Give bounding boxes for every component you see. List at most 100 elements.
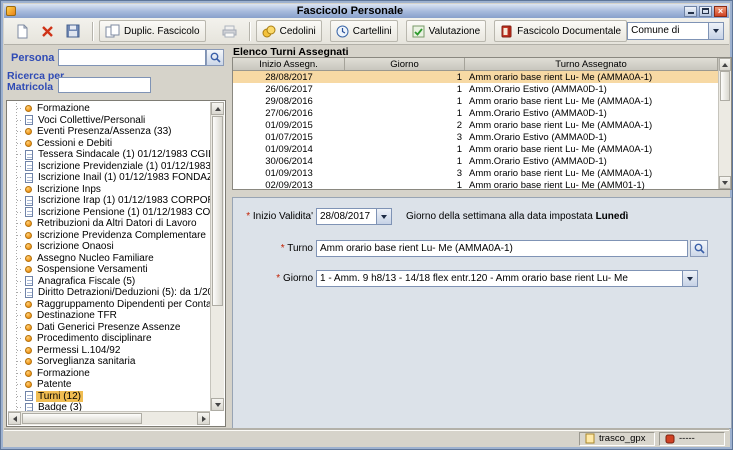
fascicolo-documentale-label: Fascicolo Documentale <box>517 26 621 37</box>
table-row[interactable]: 01/09/20152Amm orario base rient Lu- Me … <box>233 119 718 131</box>
tree-item[interactable]: Destinazione TFR <box>8 310 210 322</box>
scroll-down-button[interactable] <box>719 176 731 189</box>
valutazione-button[interactable]: Valutazione <box>406 20 487 42</box>
table-row[interactable]: 02/09/20131Amm orario base rient Lu- Me … <box>233 179 718 191</box>
scroll-down-button[interactable] <box>211 398 224 411</box>
tree-connector <box>17 350 23 351</box>
tree-item[interactable]: Eventi Presenza/Assenza (33) <box>8 126 210 138</box>
table-vertical-scrollbar[interactable] <box>718 58 731 189</box>
status-item-dashes: ----- <box>659 432 725 446</box>
maximize-button[interactable] <box>699 6 712 17</box>
scroll-left-button[interactable] <box>8 412 21 425</box>
scrollbar-thumb[interactable] <box>212 116 223 306</box>
tree-item[interactable]: Turni (12) <box>8 391 210 403</box>
tree-item[interactable]: Iscrizione Irap (1) 01/12/1983 CORPORATI… <box>8 195 210 207</box>
table-row[interactable]: 29/08/20161Amm orario base rient Lu- Me … <box>233 95 718 107</box>
delete-button[interactable] <box>35 20 60 42</box>
cartellini-label: Cartellini <box>353 26 392 37</box>
tree-item-label: Voci Collettive/Personali <box>36 115 147 126</box>
tree-item[interactable]: Iscrizione Previdenziale (1) 01/12/1983 … <box>8 161 210 173</box>
cell-giorno: 2 <box>345 120 465 131</box>
cell-giorno: 3 <box>345 132 465 143</box>
turno-input[interactable] <box>316 240 688 257</box>
print-button[interactable] <box>216 20 243 42</box>
duplica-fascicolo-button[interactable]: Duplic. Fascicolo <box>99 20 206 42</box>
minimize-button[interactable] <box>684 6 697 17</box>
status-item-trasco: trasco_gpx <box>579 432 655 446</box>
tree-item[interactable]: Iscrizione Inail (1) 01/12/1983 FONDAZIO… <box>8 172 210 184</box>
cedolini-button[interactable]: Cedolini <box>256 20 322 42</box>
tree-item[interactable]: Anagrafica Fiscale (5) <box>8 276 210 288</box>
bullet-icon <box>25 105 32 112</box>
chevron-down-icon[interactable] <box>708 23 723 39</box>
tree-item[interactable]: Assegno Nucleo Familiare <box>8 253 210 265</box>
tree-item-label: Tessera Sindacale (1) 01/12/1983 CGIL <box>36 149 210 160</box>
table-row[interactable]: 01/09/20133Amm orario base rient Lu- Me … <box>233 167 718 179</box>
tree-horizontal-scrollbar[interactable] <box>8 411 210 425</box>
tree-connector <box>17 269 23 270</box>
tree-item[interactable]: Permessi L.104/92 <box>8 345 210 357</box>
scroll-up-button[interactable] <box>719 58 731 71</box>
scroll-up-button[interactable] <box>211 102 224 115</box>
scrollbar-thumb[interactable] <box>720 71 730 101</box>
tree-item[interactable]: Tessera Sindacale (1) 01/12/1983 CGIL <box>8 149 210 161</box>
bullet-icon <box>25 266 32 273</box>
tree-item[interactable]: Formazione <box>8 103 210 115</box>
table-row[interactable]: 30/06/20141Amm.Orario Estivo (AMMA0D-1) <box>233 155 718 167</box>
tree-item[interactable]: Retribuzioni da Altri Datori di Lavoro <box>8 218 210 230</box>
table-row[interactable]: 01/09/20141Amm orario base rient Lu- Me … <box>233 143 718 155</box>
tree-item[interactable]: Formazione <box>8 368 210 380</box>
tree-connector <box>17 235 23 236</box>
inizio-validita-datepicker[interactable]: 28/08/2017 <box>316 208 392 225</box>
bullet-icon <box>25 301 32 308</box>
tree-item[interactable]: Iscrizione Inps <box>8 184 210 196</box>
tree-connector <box>17 154 23 155</box>
comune-combobox[interactable]: Comune di <box>627 22 724 40</box>
persona-input[interactable] <box>58 49 206 66</box>
tree-vertical-scrollbar[interactable] <box>210 102 224 411</box>
tree-item[interactable]: Diritto Detrazioni/Deduzioni (5): da 1/2… <box>8 287 210 299</box>
persona-search-button[interactable] <box>206 49 224 66</box>
column-header-giorno[interactable]: Giorno <box>345 58 465 70</box>
tree-item[interactable]: Sospensione Versamenti <box>8 264 210 276</box>
tree-item[interactable]: Dati Generici Presenze Assenze <box>8 322 210 334</box>
tree-item[interactable]: Badge (3) <box>8 402 210 411</box>
cell-giorno: 1 <box>345 96 465 107</box>
table-row[interactable]: 27/06/20161Amm.Orario Estivo (AMMA0D-1) <box>233 107 718 119</box>
tree-item[interactable]: Iscrizione Previdenza Complementare <box>8 230 210 242</box>
chevron-down-icon[interactable] <box>376 209 391 224</box>
table-row[interactable]: 01/07/20153Amm.Orario Estivo (AMMA0D-1) <box>233 131 718 143</box>
tree-item[interactable]: Iscrizione Pensione (1) 01/12/1983 CORPO… <box>8 207 210 219</box>
tree-item[interactable]: Iscrizione Onaosi <box>8 241 210 253</box>
turno-input-field[interactable] <box>317 241 687 256</box>
save-button[interactable] <box>60 20 86 42</box>
tree-item[interactable]: Voci Collettive/Personali <box>8 115 210 127</box>
cell-inizio: 27/06/2016 <box>233 108 345 119</box>
tree-item[interactable]: Sorveglianza sanitaria <box>8 356 210 368</box>
fascicolo-documentale-button[interactable]: Fascicolo Documentale <box>494 20 627 42</box>
table-row[interactable]: 28/08/20171Amm orario base rient Lu- Me … <box>233 71 718 83</box>
tree-item[interactable]: Cessioni e Debiti <box>8 138 210 150</box>
cartellini-button[interactable]: Cartellini <box>330 20 398 42</box>
new-button[interactable] <box>9 20 35 42</box>
matricola-input[interactable] <box>58 77 151 93</box>
table-row[interactable]: 26/06/20171Amm.Orario Estivo (AMMA0D-1) <box>233 83 718 95</box>
scroll-right-button[interactable] <box>197 412 210 425</box>
print-icon <box>222 25 237 38</box>
turno-search-button[interactable] <box>690 240 708 257</box>
column-header-inizio[interactable]: Inizio Assegn. <box>233 58 345 70</box>
document-icon <box>25 150 33 160</box>
tree-item[interactable]: Procedimento disciplinare <box>8 333 210 345</box>
maximize-icon <box>702 8 709 14</box>
giorno-select[interactable]: 1 - Amm. 9 h8/13 - 14/18 flex entr.120 -… <box>316 270 698 287</box>
tree-item[interactable]: Raggruppamento Dipendenti per Contabiliz… <box>8 299 210 311</box>
chevron-down-icon[interactable] <box>682 271 697 286</box>
tree-item-label: Iscrizione Inail (1) 01/12/1983 FONDAZIO… <box>36 172 210 183</box>
scrollbar-thumb[interactable] <box>22 413 142 424</box>
tree-connector <box>17 166 23 167</box>
column-header-turno[interactable]: Turno Assegnato <box>465 58 718 70</box>
tree-connector <box>17 108 23 109</box>
cell-inizio: 01/09/2015 <box>233 120 345 131</box>
close-button[interactable]: × <box>714 6 727 17</box>
tree-item[interactable]: Patente <box>8 379 210 391</box>
